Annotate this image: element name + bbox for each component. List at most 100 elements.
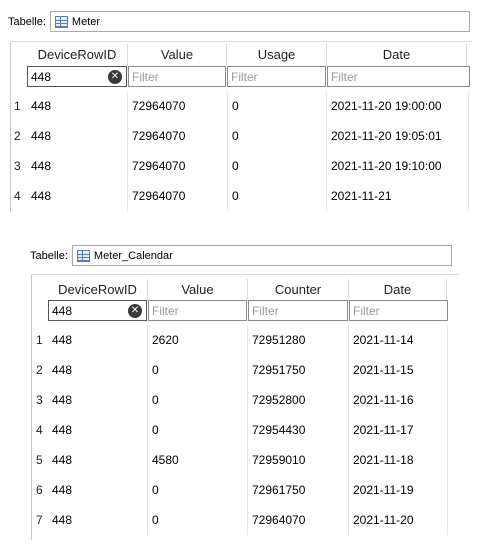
cell-value[interactable]: 72964070 [128,151,228,181]
filter-date-input[interactable]: Filter [327,66,470,87]
cell-counter[interactable]: 72964070 [248,505,349,535]
table-row[interactable]: 4 448 72964070 0 2021-11-21 [11,181,469,211]
cell-devicerowid[interactable]: 448 [27,181,128,211]
cell-counter[interactable]: 72951750 [248,355,349,385]
row-number: 5 [36,453,43,467]
cell-date[interactable]: 2021-11-19 [349,475,448,505]
cell-value[interactable]: 2620 [148,325,248,355]
table1-name: Meter [71,15,101,28]
cell-devicerowid[interactable]: 448 [48,475,148,505]
cell-usage[interactable]: 0 [228,181,327,211]
row-number: 3 [36,393,43,407]
cell-devicerowid[interactable]: 448 [48,355,148,385]
cell-value[interactable]: 4580 [148,445,248,475]
table-row[interactable]: 2 448 0 72951750 2021-11-15 [32,355,448,385]
table2-grid: DeviceRowID Value Counter Date 448 ✕ Fil… [31,274,459,540]
table-row[interactable]: 3 448 0 72952800 2021-11-16 [32,385,448,415]
table1-filter-row: 448 ✕ Filter Filter Filter [27,66,471,88]
table2-selector[interactable]: Meter_Calendar [71,245,452,266]
table-row[interactable]: 1 448 2620 72951280 2021-11-14 [32,325,448,355]
filter-value-input[interactable]: Filter [128,66,226,87]
cell-value[interactable]: 0 [148,355,248,385]
filter-devicerowid-input[interactable]: 448 ✕ [27,66,127,87]
cell-usage[interactable]: 0 [228,91,327,121]
row-number: 4 [36,423,43,437]
cell-devicerowid[interactable]: 448 [27,121,128,151]
cell-value[interactable]: 0 [148,415,248,445]
column-header-usage[interactable]: Usage [227,44,327,66]
cell-devicerowid[interactable]: 448 [48,325,148,355]
cell-counter[interactable]: 72952800 [248,385,349,415]
row-number: 2 [36,363,43,377]
cell-date[interactable]: 2021-11-14 [349,325,448,355]
column-header-devicerowid[interactable]: DeviceRowID [27,44,128,66]
cell-date[interactable]: 2021-11-20 19:10:00 [327,151,469,181]
table1-rows: 1 448 72964070 0 2021-11-20 19:00:00 2 4… [11,91,469,211]
row-number: 7 [36,513,43,527]
filter-usage-input[interactable]: Filter [227,66,326,87]
column-header-devicerowid[interactable]: DeviceRowID [48,279,148,301]
cell-devicerowid[interactable]: 448 [48,415,148,445]
table-row[interactable]: 3 448 72964070 0 2021-11-20 19:10:00 [11,151,469,181]
cell-devicerowid[interactable]: 448 [27,151,128,181]
filter-devicerowid-input[interactable]: 448 ✕ [48,300,147,321]
column-header-value[interactable]: Value [128,44,227,66]
filter-value: 448 [52,303,73,318]
row-number: 4 [14,189,21,203]
table2-column-headers: DeviceRowID Value Counter Date [48,279,447,301]
cell-date[interactable]: 2021-11-15 [349,355,448,385]
table-row[interactable]: 1 448 72964070 0 2021-11-20 19:00:00 [11,91,469,121]
cell-date[interactable]: 2021-11-17 [349,415,448,445]
table-row[interactable]: 2 448 72964070 0 2021-11-20 19:05:01 [11,121,469,151]
table1-selector[interactable]: Meter [49,11,470,32]
column-header-date[interactable]: Date [327,44,467,66]
cell-devicerowid[interactable]: 448 [48,505,148,535]
cell-value[interactable]: 72964070 [128,181,228,211]
table2-header-bar: Tabelle: Meter_Calendar [30,245,452,266]
cell-value[interactable]: 0 [148,385,248,415]
table2-filter-row: 448 ✕ Filter Filter Filter [48,300,449,322]
row-number: 2 [14,129,21,143]
table1-grid: DeviceRowID Value Usage Date 448 ✕ Filte… [10,41,472,212]
table-row[interactable]: 4 448 0 72954430 2021-11-17 [32,415,448,445]
table-row[interactable]: 5 448 4580 72959010 2021-11-18 [32,445,448,475]
cell-date[interactable]: 2021-11-20 [349,505,448,535]
table2-rows: 1 448 2620 72951280 2021-11-14 2 448 0 7… [32,325,448,535]
row-number: 1 [14,99,21,113]
cell-devicerowid[interactable]: 448 [48,385,148,415]
cell-value[interactable]: 72964070 [128,121,228,151]
row-number: 1 [36,333,43,347]
table-icon [54,15,68,28]
column-header-value[interactable]: Value [148,279,248,301]
cell-date[interactable]: 2021-11-16 [349,385,448,415]
filter-value-input[interactable]: Filter [148,300,247,321]
cell-value[interactable]: 0 [148,475,248,505]
cell-date[interactable]: 2021-11-20 19:05:01 [327,121,469,151]
cell-counter[interactable]: 72954430 [248,415,349,445]
filter-counter-input[interactable]: Filter [248,300,348,321]
cell-devicerowid[interactable]: 448 [27,91,128,121]
cell-counter[interactable]: 72961750 [248,475,349,505]
cell-counter[interactable]: 72951280 [248,325,349,355]
column-header-counter[interactable]: Counter [248,279,349,301]
clear-filter-icon[interactable]: ✕ [128,304,142,318]
table2-label: Tabelle: [30,249,68,262]
cell-value[interactable]: 72964070 [128,91,228,121]
table-row[interactable]: 6 448 0 72961750 2021-11-19 [32,475,448,505]
cell-counter[interactable]: 72959010 [248,445,349,475]
table2-name: Meter_Calendar [93,249,173,262]
cell-usage[interactable]: 0 [228,151,327,181]
table1-label: Tabelle: [8,15,46,28]
column-header-date[interactable]: Date [349,279,447,301]
cell-usage[interactable]: 0 [228,121,327,151]
row-number: 6 [36,483,43,497]
cell-date[interactable]: 2021-11-21 [327,181,469,211]
filter-date-input[interactable]: Filter [349,300,448,321]
cell-devicerowid[interactable]: 448 [48,445,148,475]
clear-filter-icon[interactable]: ✕ [108,70,122,84]
cell-date[interactable]: 2021-11-18 [349,445,448,475]
row-number: 3 [14,159,21,173]
table-row[interactable]: 7 448 0 72964070 2021-11-20 [32,505,448,535]
cell-value[interactable]: 0 [148,505,248,535]
cell-date[interactable]: 2021-11-20 19:00:00 [327,91,469,121]
